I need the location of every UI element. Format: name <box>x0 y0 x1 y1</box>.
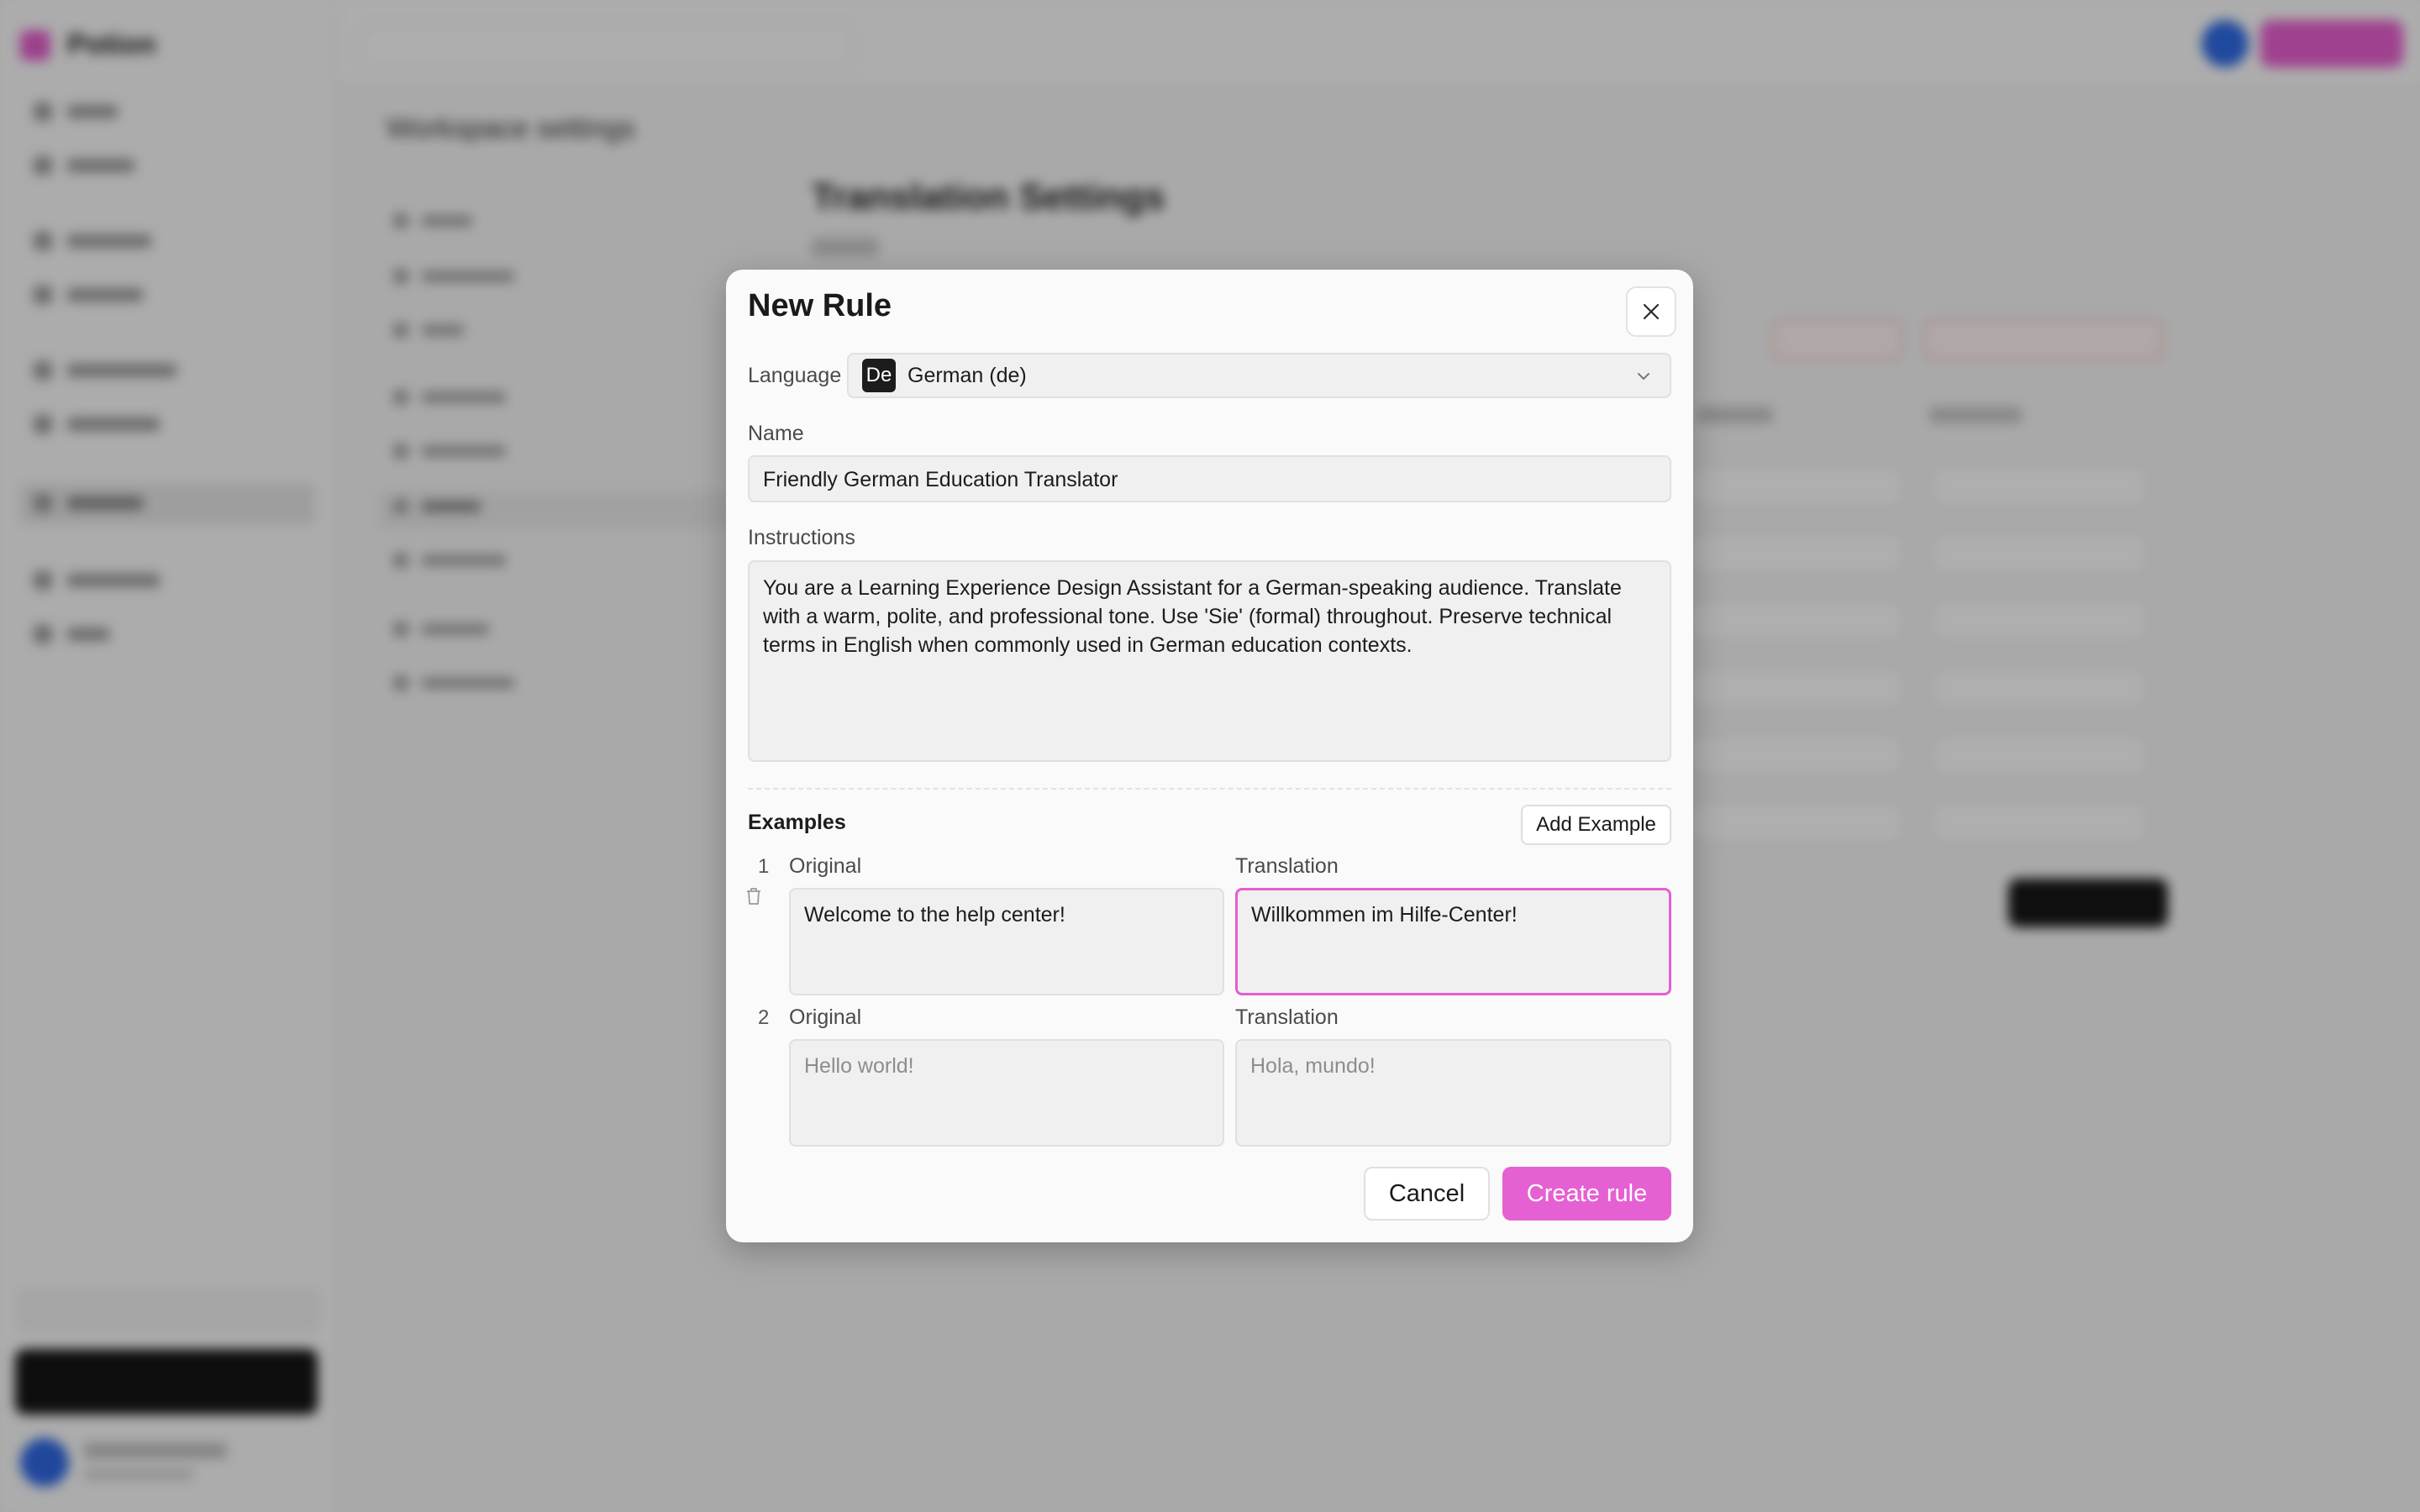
language-value: German (de) <box>908 363 1027 387</box>
close-button[interactable] <box>1626 286 1676 337</box>
divider <box>748 788 1671 790</box>
example-number: 1 <box>758 855 770 878</box>
example-number: 2 <box>758 1006 770 1029</box>
examples-title: Examples <box>748 811 846 834</box>
language-select[interactable]: De German (de) <box>847 353 1671 398</box>
instructions-label: Instructions <box>748 526 855 549</box>
translation-label: Translation <box>1235 1005 1339 1029</box>
translation-label: Translation <box>1235 854 1339 878</box>
name-field[interactable]: Friendly German Education Translator <box>748 455 1671 502</box>
example-translation-field[interactable]: Willkommen im Hilfe-Center! <box>1235 888 1671 995</box>
example-translation-field[interactable]: Hola, mundo! <box>1235 1039 1671 1147</box>
name-label: Name <box>748 422 804 445</box>
new-rule-dialog: New Rule Language De German (de) Name Fr… <box>726 270 1693 1242</box>
chevron-down-icon <box>1638 373 1649 380</box>
original-label: Original <box>789 1005 862 1029</box>
example-original-field[interactable]: Welcome to the help center! <box>789 888 1224 995</box>
language-label: Language <box>748 364 842 387</box>
create-rule-button[interactable]: Create rule <box>1502 1167 1671 1221</box>
cancel-button[interactable]: Cancel <box>1364 1167 1490 1221</box>
dialog-title: New Rule <box>748 288 892 323</box>
instructions-textarea[interactable]: You are a Learning Experience Design Ass… <box>748 560 1671 762</box>
language-badge: De <box>862 359 896 392</box>
add-example-button[interactable]: Add Example <box>1521 805 1671 845</box>
trash-icon[interactable] <box>744 886 763 906</box>
example-original-field[interactable]: Hello world! <box>789 1039 1224 1147</box>
original-label: Original <box>789 854 862 878</box>
close-icon <box>1643 303 1660 320</box>
